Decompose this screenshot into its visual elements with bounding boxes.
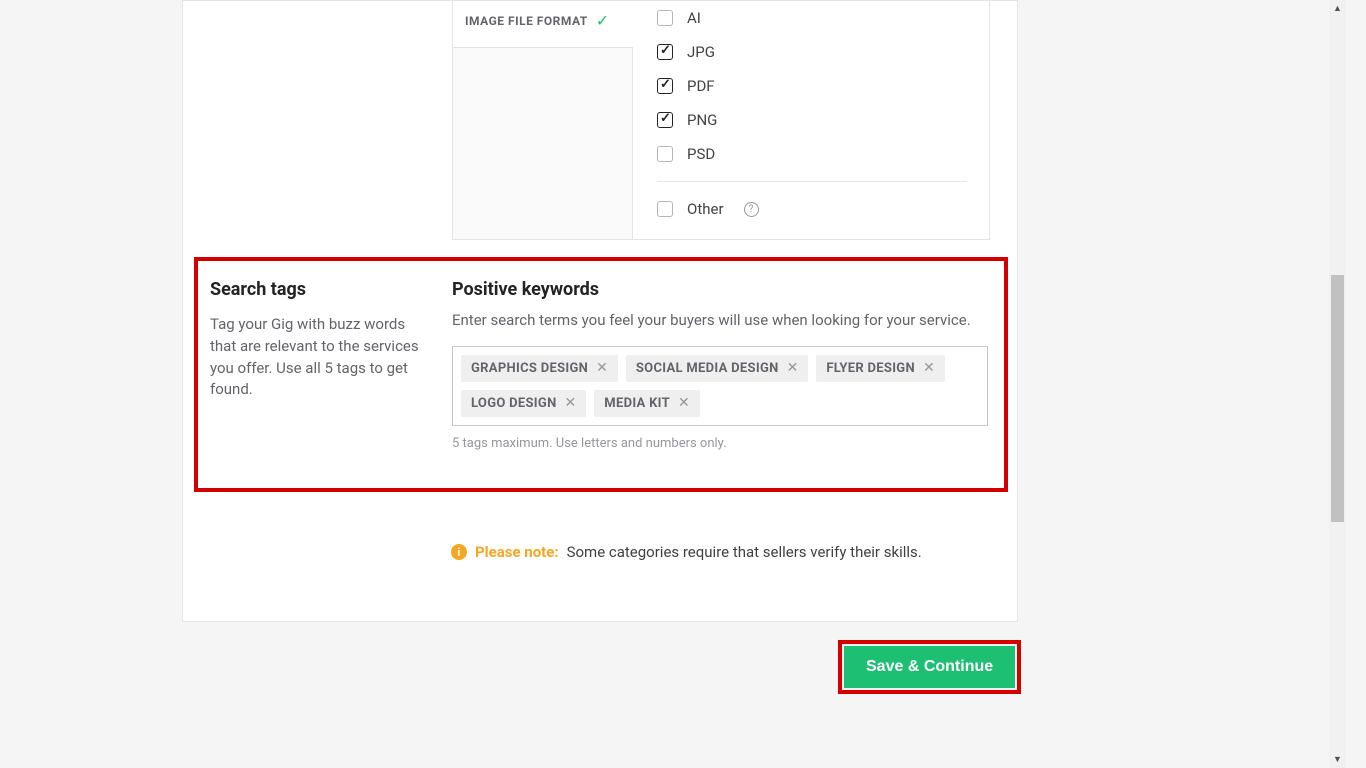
file-option-label: JPG bbox=[687, 43, 715, 61]
main-card: IMAGE FILE FORMAT ✓ AI JPG PDF bbox=[182, 0, 1018, 622]
file-option-label: PDF bbox=[687, 77, 715, 95]
file-option-pdf[interactable]: PDF bbox=[657, 69, 967, 103]
close-icon[interactable]: ✕ bbox=[787, 361, 799, 375]
scroll-up-icon[interactable]: ▲ bbox=[1329, 0, 1346, 17]
search-tags-description: Tag your Gig with buzz words that are re… bbox=[210, 314, 420, 401]
tag-text: FLYER DESIGN bbox=[826, 361, 915, 376]
search-tags-heading: Search tags bbox=[210, 279, 420, 300]
checkbox-ai[interactable] bbox=[657, 10, 673, 26]
file-option-label: PSD bbox=[687, 145, 715, 163]
positive-keywords-description: Enter search terms you feel your buyers … bbox=[452, 310, 988, 332]
tag-text: MEDIA KIT bbox=[604, 396, 670, 411]
checkbox-other[interactable] bbox=[657, 201, 673, 217]
file-format-preview-box bbox=[453, 47, 633, 239]
close-icon[interactable]: ✕ bbox=[678, 396, 690, 410]
page-content: IMAGE FILE FORMAT ✓ AI JPG PDF bbox=[0, 0, 1346, 768]
close-icon[interactable]: ✕ bbox=[565, 396, 577, 410]
tag-logo-design: LOGO DESIGN ✕ bbox=[461, 390, 586, 417]
file-option-png[interactable]: PNG bbox=[657, 103, 967, 137]
divider bbox=[657, 181, 967, 182]
checkbox-psd[interactable] bbox=[657, 146, 673, 162]
tags-hint: 5 tags maximum. Use letters and numbers … bbox=[452, 436, 988, 451]
positive-keywords-heading: Positive keywords bbox=[452, 279, 988, 300]
save-continue-highlight: Save & Continue bbox=[838, 640, 1021, 694]
checkbox-pdf[interactable] bbox=[657, 78, 673, 94]
file-option-label: Other bbox=[687, 200, 724, 218]
tag-text: GRAPHICS DESIGN bbox=[471, 361, 588, 376]
file-option-ai[interactable]: AI bbox=[657, 1, 967, 35]
file-option-label: PNG bbox=[687, 111, 717, 129]
tag-text: LOGO DESIGN bbox=[471, 396, 557, 411]
please-note-label: Please note: bbox=[475, 543, 559, 561]
tag-text: SOCIAL MEDIA DESIGN bbox=[636, 361, 779, 376]
scrollbar-thumb[interactable] bbox=[1331, 275, 1344, 522]
search-tags-left: Search tags Tag your Gig with buzz words… bbox=[210, 279, 420, 401]
scroll-down-icon[interactable]: ▼ bbox=[1329, 751, 1346, 768]
tag-social-media-design: SOCIAL MEDIA DESIGN ✕ bbox=[626, 355, 808, 382]
tags-input-container[interactable]: GRAPHICS DESIGN ✕ SOCIAL MEDIA DESIGN ✕ … bbox=[452, 346, 988, 426]
close-icon[interactable]: ✕ bbox=[596, 361, 608, 375]
file-option-label: AI bbox=[687, 9, 701, 27]
file-option-other[interactable]: Other ? bbox=[657, 192, 967, 226]
file-format-header: IMAGE FILE FORMAT ✓ bbox=[465, 11, 609, 30]
tag-flyer-design: FLYER DESIGN ✕ bbox=[816, 355, 944, 382]
check-icon: ✓ bbox=[596, 11, 609, 30]
search-tags-section: Search tags Tag your Gig with buzz words… bbox=[194, 257, 1008, 492]
file-option-psd[interactable]: PSD bbox=[657, 137, 967, 171]
info-icon: i bbox=[451, 544, 467, 560]
positive-keywords-section: Positive keywords Enter search terms you… bbox=[452, 279, 988, 451]
save-continue-button[interactable]: Save & Continue bbox=[844, 646, 1015, 688]
file-format-options: AI JPG PDF PNG PSD bbox=[657, 1, 967, 226]
file-format-section: IMAGE FILE FORMAT ✓ AI JPG PDF bbox=[452, 1, 990, 240]
checkbox-png[interactable] bbox=[657, 112, 673, 128]
file-format-label: IMAGE FILE FORMAT bbox=[465, 14, 588, 28]
checkbox-jpg[interactable] bbox=[657, 44, 673, 60]
please-note-row: i Please note: Some categories require t… bbox=[451, 543, 922, 561]
tag-media-kit: MEDIA KIT ✕ bbox=[594, 390, 699, 417]
close-icon[interactable]: ✕ bbox=[923, 361, 935, 375]
file-option-jpg[interactable]: JPG bbox=[657, 35, 967, 69]
tag-graphics-design: GRAPHICS DESIGN ✕ bbox=[461, 355, 618, 382]
help-icon[interactable]: ? bbox=[744, 202, 759, 217]
please-note-text: Some categories require that sellers ver… bbox=[567, 543, 922, 561]
